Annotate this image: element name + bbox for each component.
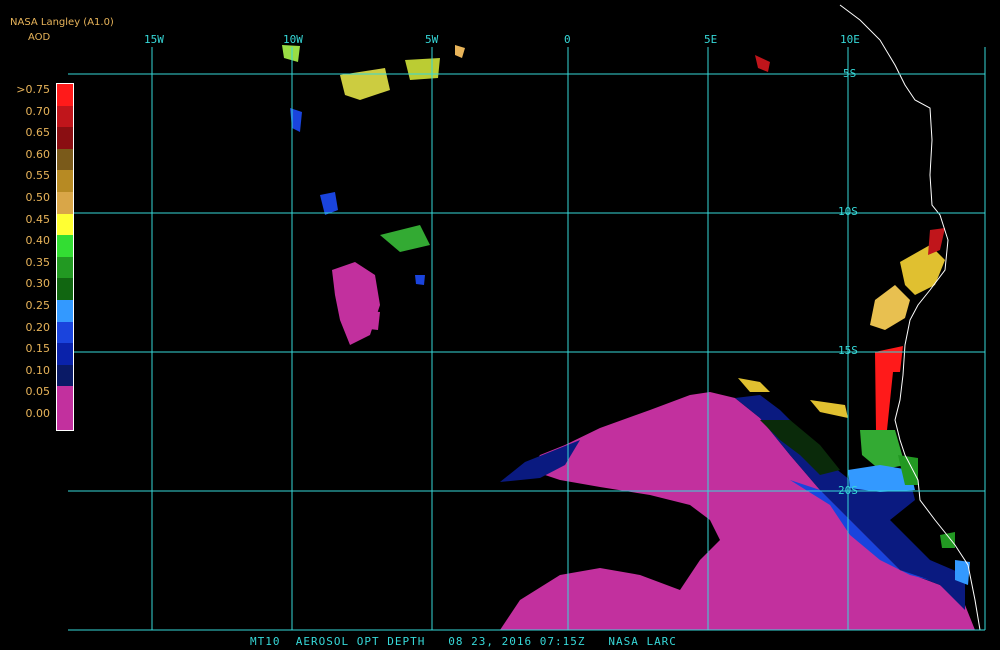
scale-label: 0.35 bbox=[25, 255, 51, 269]
scale-label: >0.75 bbox=[16, 83, 50, 96]
footer-date: 08 23, 2016 bbox=[448, 635, 533, 648]
lon-label-10e: 10E bbox=[840, 33, 860, 46]
scale-frame bbox=[56, 83, 74, 431]
aod-map bbox=[0, 0, 1000, 650]
scale-label: 0.65 bbox=[25, 126, 51, 140]
map-footer: MT10 AEROSOL OPT DEPTH 08 23, 2016 07:15… bbox=[250, 635, 677, 648]
product-title: AEROSOL OPT DEPTH bbox=[295, 635, 426, 648]
footer-time: 07:15Z bbox=[539, 635, 586, 648]
lon-label-10w: 10W bbox=[283, 33, 303, 46]
footer-source: NASA LARC bbox=[608, 635, 677, 648]
product-id: MT10 bbox=[250, 635, 281, 648]
scale-label: 0.00 bbox=[25, 407, 51, 420]
lat-label-20s: 20S bbox=[838, 484, 858, 497]
lon-label-5w: 5W bbox=[425, 33, 439, 46]
scale-label: 0.60 bbox=[25, 147, 51, 161]
scale-label: 0.05 bbox=[25, 385, 51, 399]
variable-label: AOD bbox=[28, 32, 51, 43]
lat-label-5s: 5S bbox=[843, 67, 857, 80]
scale-label: 0.25 bbox=[25, 299, 51, 312]
brand-label: NASA Langley (A1.0) bbox=[10, 17, 114, 28]
scale-label: 0.45 bbox=[25, 212, 51, 226]
lat-label-10s: 10S bbox=[838, 205, 858, 218]
scale-label: 0.20 bbox=[25, 320, 51, 334]
lon-label-5e: 5E bbox=[704, 33, 718, 46]
scale-label: 0.55 bbox=[25, 169, 51, 183]
lat-label-15s: 15S bbox=[838, 344, 858, 357]
scale-label: 0.30 bbox=[25, 277, 51, 291]
scale-label: 0.70 bbox=[25, 104, 51, 118]
scale-label: 0.10 bbox=[25, 363, 51, 377]
scale-label: 0.40 bbox=[25, 234, 51, 248]
scale-label: 0.15 bbox=[25, 342, 51, 356]
lon-label-15w: 15W bbox=[144, 33, 164, 46]
lon-label-0: 0 bbox=[564, 33, 571, 46]
scale-label: 0.50 bbox=[25, 191, 51, 204]
